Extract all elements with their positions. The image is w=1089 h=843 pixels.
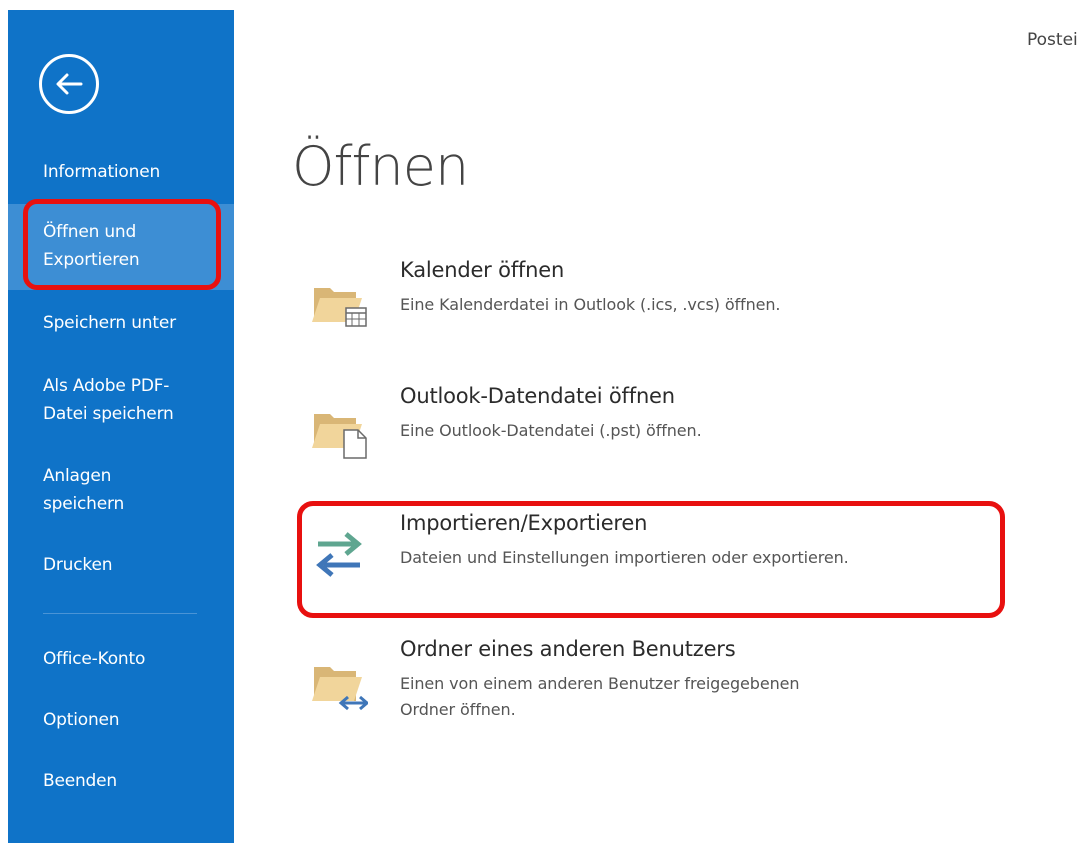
- nav-office-konto[interactable]: Office-Konto: [8, 645, 234, 673]
- nav-label: Office-Konto: [43, 649, 146, 669]
- nav-als-adobe-pdf[interactable]: Als Adobe PDF- Datei speichern: [8, 372, 234, 428]
- option-title: Outlook-Datendatei öffnen: [400, 384, 675, 408]
- option-kalender-oeffnen[interactable]: Kalender öffnen Eine Kalenderdatei in Ou…: [300, 258, 1000, 338]
- nav-informationen[interactable]: Informationen: [8, 158, 234, 186]
- nav-label: Speichern unter: [43, 313, 176, 333]
- nav-label: Informationen: [43, 162, 161, 182]
- nav-divider: [43, 613, 197, 614]
- nav-speichern-unter[interactable]: Speichern unter: [8, 309, 234, 337]
- option-description: Eine Outlook-Datendatei (.pst) öffnen.: [400, 421, 702, 440]
- folder-calendar-icon: [312, 278, 368, 328]
- nav-drucken[interactable]: Drucken: [8, 551, 234, 579]
- option-ordner-anderer-benutzer[interactable]: Ordner eines anderen Benutzers Einen von…: [300, 637, 1000, 737]
- nav-label: Optionen: [43, 710, 120, 730]
- backstage-sidebar: Informationen Öffnen und Exportieren Spe…: [8, 10, 234, 843]
- nav-optionen[interactable]: Optionen: [8, 706, 234, 734]
- option-description: Eine Kalenderdatei in Outlook (.ics, .vc…: [400, 295, 781, 314]
- folder-file-icon: [312, 404, 368, 459]
- nav-anlagen-speichern[interactable]: Anlagen speichern: [8, 462, 234, 518]
- page-title: Öffnen: [292, 135, 469, 198]
- arrow-left-icon: [56, 73, 83, 95]
- option-title: Ordner eines anderen Benutzers: [400, 637, 736, 661]
- sidebar-highlight-annotation: [23, 199, 221, 290]
- nav-label: Beenden: [43, 771, 117, 791]
- folder-name-label: Postei: [1027, 30, 1078, 50]
- nav-beenden[interactable]: Beenden: [8, 767, 234, 795]
- nav-label: Als Adobe PDF- Datei speichern: [43, 376, 174, 424]
- nav-label: Anlagen speichern: [43, 466, 125, 514]
- option-highlight-annotation: [297, 501, 1005, 618]
- folder-shared-icon: [312, 657, 370, 711]
- option-title: Kalender öffnen: [400, 258, 565, 282]
- nav-label: Drucken: [43, 555, 113, 575]
- back-button[interactable]: [39, 54, 99, 114]
- option-outlook-datendatei-oeffnen[interactable]: Outlook-Datendatei öffnen Eine Outlook-D…: [300, 384, 1000, 464]
- option-description: Einen von einem anderen Benutzer freigeg…: [400, 674, 800, 719]
